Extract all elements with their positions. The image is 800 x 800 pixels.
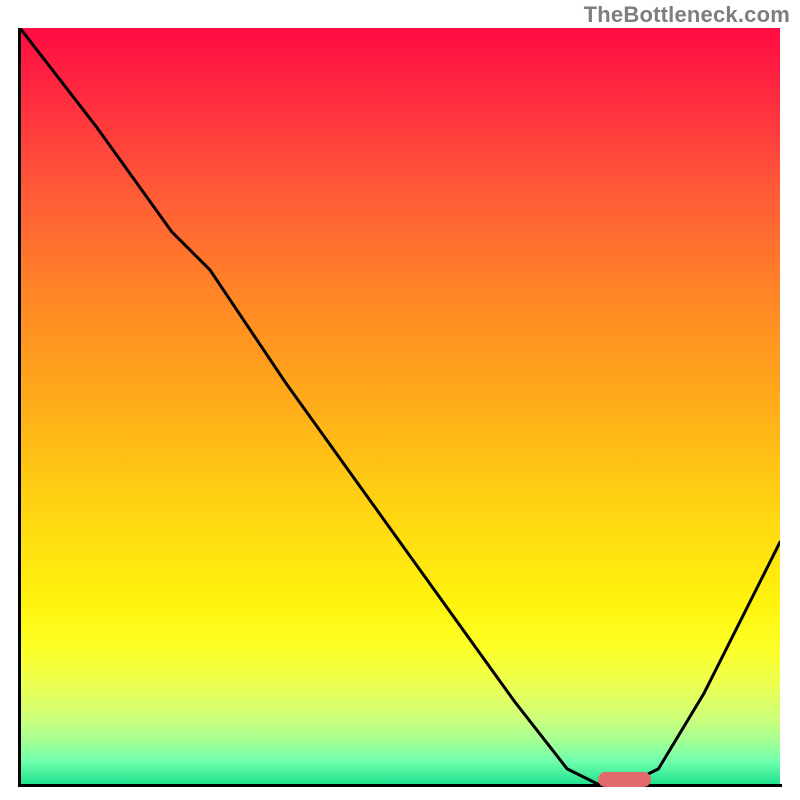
watermark-text: TheBottleneck.com [584, 2, 790, 28]
gradient-plot-area [20, 28, 780, 784]
optimal-zone-marker [598, 772, 651, 787]
x-axis [18, 784, 782, 787]
chart-container: TheBottleneck.com [0, 0, 800, 800]
y-axis [18, 28, 21, 786]
